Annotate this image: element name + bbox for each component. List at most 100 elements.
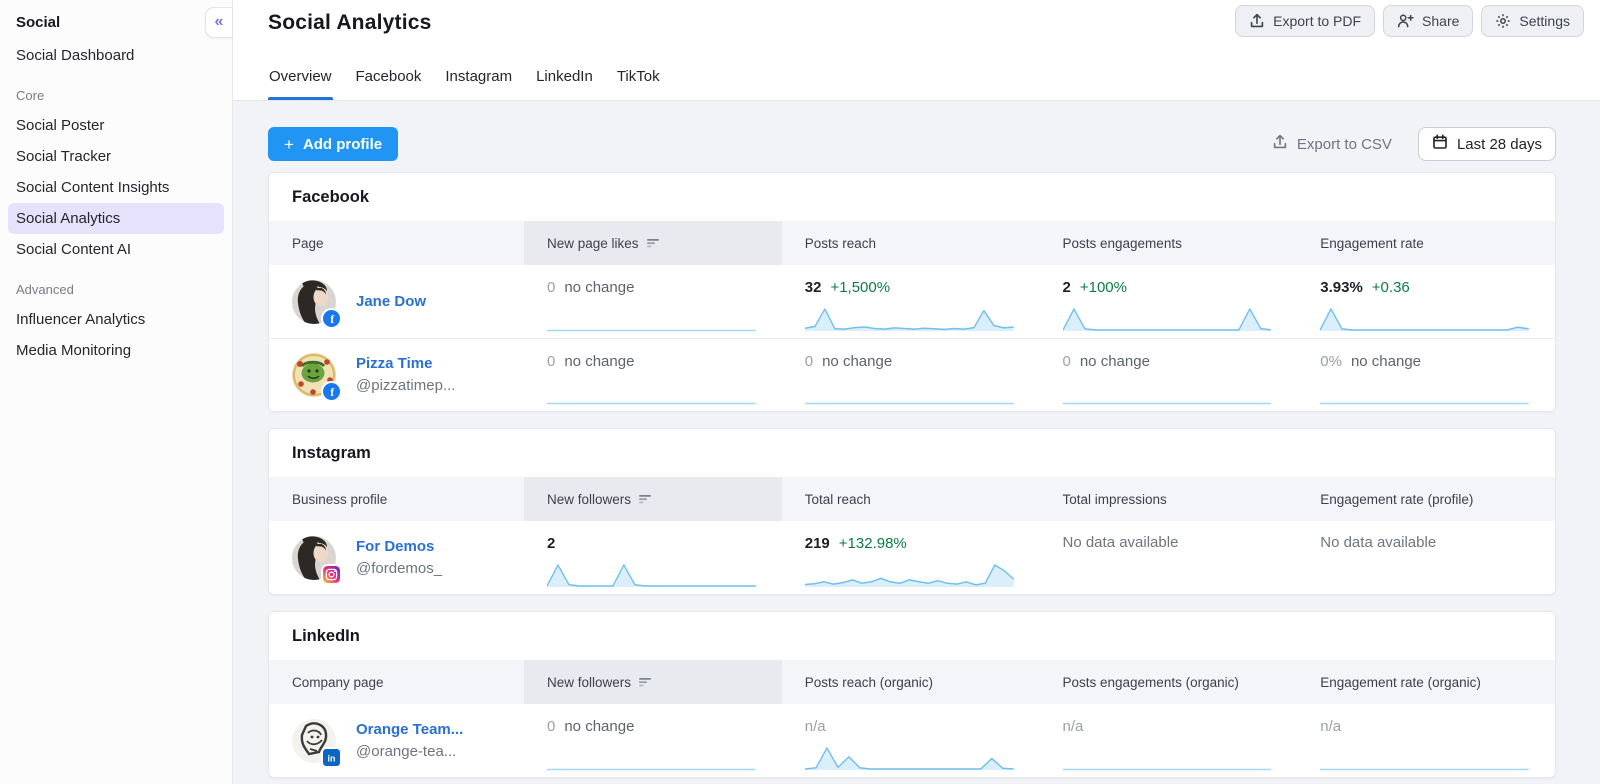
metric-value: 3.93% — [1320, 278, 1363, 298]
tab-overview[interactable]: Overview — [268, 56, 333, 100]
tab-bar: Overview Facebook Instagram LinkedIn TikTok — [268, 56, 661, 100]
share-label: Share — [1422, 13, 1459, 29]
profile-name-link[interactable]: Orange Team... — [356, 719, 463, 741]
column-header-posts-reach[interactable]: Posts reach — [782, 221, 1040, 265]
column-header-posts-engagements-organic[interactable]: Posts engagements (organic) — [1040, 660, 1298, 704]
table-row: f Jane Dow 0no change 32 +1,500% 2+100% 3.93% +… — [269, 265, 1555, 338]
facebook-badge-icon: f — [321, 381, 342, 402]
sidebar-item-social-analytics[interactable]: Social Analytics — [8, 203, 224, 234]
column-header-label: New page likes — [547, 236, 639, 251]
sidebar-item-media-monitoring[interactable]: Media Monitoring — [8, 335, 224, 366]
sidebar-collapse-button[interactable]: « — [205, 7, 232, 38]
svg-text:f: f — [330, 387, 334, 399]
metric-cell: 0no change — [782, 339, 1040, 411]
sidebar-title: Social — [0, 14, 232, 31]
person-plus-icon — [1397, 13, 1414, 29]
metric-cell: 32 +1,500% — [782, 265, 1040, 338]
tab-facebook[interactable]: Facebook — [355, 56, 423, 100]
metric-value: 32 — [805, 278, 822, 298]
profile-handle: @pizzatimep... — [356, 375, 455, 397]
export-to-pdf-button[interactable]: Export to PDF — [1235, 5, 1375, 37]
column-header-business-profile[interactable]: Business profile — [269, 477, 524, 521]
metric-value-line: 2+100% — [1063, 278, 1274, 298]
metric-change: no change — [822, 352, 892, 372]
sort-icon — [647, 236, 660, 251]
metric-cell: n/a — [1040, 704, 1298, 777]
metric-cell: 219+132.98% — [782, 521, 1040, 594]
date-range-button[interactable]: Last 28 days — [1418, 127, 1556, 161]
tab-instagram[interactable]: Instagram — [444, 56, 513, 100]
column-header-new-followers[interactable]: New followers — [524, 660, 782, 704]
metric-cell: 0no change — [524, 704, 782, 777]
column-header-posts-engagements[interactable]: Posts engagements — [1040, 221, 1298, 265]
sidebar-item-influencer-analytics[interactable]: Influencer Analytics — [8, 304, 224, 335]
table-row: f Pizza Time@pizzatimep... 0no change 0no c… — [269, 338, 1555, 411]
add-profile-label: Add profile — [303, 136, 382, 153]
column-header-engagement-rate-organic[interactable]: Engagement rate (organic) — [1297, 660, 1555, 704]
svg-text:f: f — [330, 314, 334, 326]
metric-value: n/a — [1320, 717, 1341, 737]
share-button[interactable]: Share — [1383, 5, 1473, 37]
sidebar-item-social-content-ai[interactable]: Social Content AI — [8, 234, 224, 265]
column-header-label: Engagement rate (profile) — [1320, 492, 1473, 507]
metric-cell: No data available — [1297, 521, 1555, 594]
export-to-pdf-label: Export to PDF — [1273, 13, 1361, 29]
column-header-total-impressions[interactable]: Total impressions — [1040, 477, 1298, 521]
column-header-new-page-likes[interactable]: New page likes — [524, 221, 782, 265]
profile-cell: inOrange Team...@orange-tea... — [269, 704, 524, 777]
sidebar-item-social-poster[interactable]: Social Poster — [8, 110, 224, 141]
column-header-label: New followers — [547, 492, 631, 507]
profile-name-link[interactable]: Jane Dow — [356, 291, 426, 313]
sparkline-chart — [805, 745, 1014, 771]
table-header-row: Page New page likes Posts reach Posts engag… — [269, 221, 1555, 265]
metric-value: n/a — [805, 717, 826, 737]
profile-text: Orange Team...@orange-tea... — [356, 719, 463, 763]
column-header-new-followers[interactable]: New followers — [524, 477, 782, 521]
metric-cell: No data available — [1040, 521, 1298, 594]
sidebar-item-social-content-insights[interactable]: Social Content Insights — [8, 172, 224, 203]
facebook-badge-icon: f — [321, 308, 342, 329]
column-header-label: Total reach — [805, 492, 871, 507]
sidebar-item-social-tracker[interactable]: Social Tracker — [8, 141, 224, 172]
column-header-engagement-rate-profile[interactable]: Engagement rate (profile) — [1297, 477, 1555, 521]
column-header-label: Total impressions — [1063, 492, 1167, 507]
sidebar: Social « Social DashboardCoreSocial Post… — [0, 0, 233, 784]
metric-cell: 0no change — [524, 265, 782, 338]
column-header-label: Posts engagements — [1063, 236, 1182, 251]
column-header-company-page[interactable]: Company page — [269, 660, 524, 704]
column-header-engagement-rate[interactable]: Engagement rate — [1297, 221, 1555, 265]
avatar — [292, 536, 336, 580]
content: + Add profile Export to CSV Last 28 days… — [233, 101, 1600, 784]
profile-name-link[interactable]: For Demos — [356, 536, 442, 558]
column-header-total-reach[interactable]: Total reach — [782, 477, 1040, 521]
profile-text: Pizza Time@pizzatimep... — [356, 353, 455, 397]
upload-icon — [1249, 13, 1265, 29]
settings-button[interactable]: Settings — [1481, 5, 1584, 37]
profile-cell: f Jane Dow — [269, 265, 524, 338]
metric-change: +100% — [1080, 278, 1127, 298]
metric-value-line: 0no change — [1063, 352, 1274, 372]
metric-value: 0 — [547, 717, 555, 737]
no-data-label: No data available — [1063, 534, 1274, 551]
column-header-label: Page — [292, 236, 324, 251]
metric-change: +1,500% — [830, 278, 890, 298]
export-csv-button[interactable]: Export to CSV — [1266, 133, 1398, 155]
avatar: f — [292, 280, 336, 324]
metric-change: no change — [1080, 352, 1150, 372]
column-header-posts-reach-organic[interactable]: Posts reach (organic) — [782, 660, 1040, 704]
sections-container: Facebook Page New page likes Posts reach Pos… — [268, 172, 1556, 778]
table-row: For Demos@fordemos_2219+132.98%No data a… — [269, 521, 1555, 594]
sparkline-chart — [547, 306, 756, 332]
profile-cell: For Demos@fordemos_ — [269, 521, 524, 594]
tab-tiktok[interactable]: TikTok — [616, 56, 661, 100]
sidebar-item-social-dashboard[interactable]: Social Dashboard — [8, 40, 224, 71]
export-csv-label: Export to CSV — [1297, 136, 1392, 153]
section-title: Facebook — [269, 173, 1555, 221]
add-profile-button[interactable]: + Add profile — [268, 127, 398, 161]
metric-cell: 2+100% — [1040, 265, 1298, 338]
profile-name-link[interactable]: Pizza Time — [356, 353, 455, 375]
date-range-label: Last 28 days — [1457, 136, 1542, 153]
tab-linkedin[interactable]: LinkedIn — [535, 56, 594, 100]
sparkline-chart — [1063, 306, 1272, 332]
column-header-page[interactable]: Page — [269, 221, 524, 265]
